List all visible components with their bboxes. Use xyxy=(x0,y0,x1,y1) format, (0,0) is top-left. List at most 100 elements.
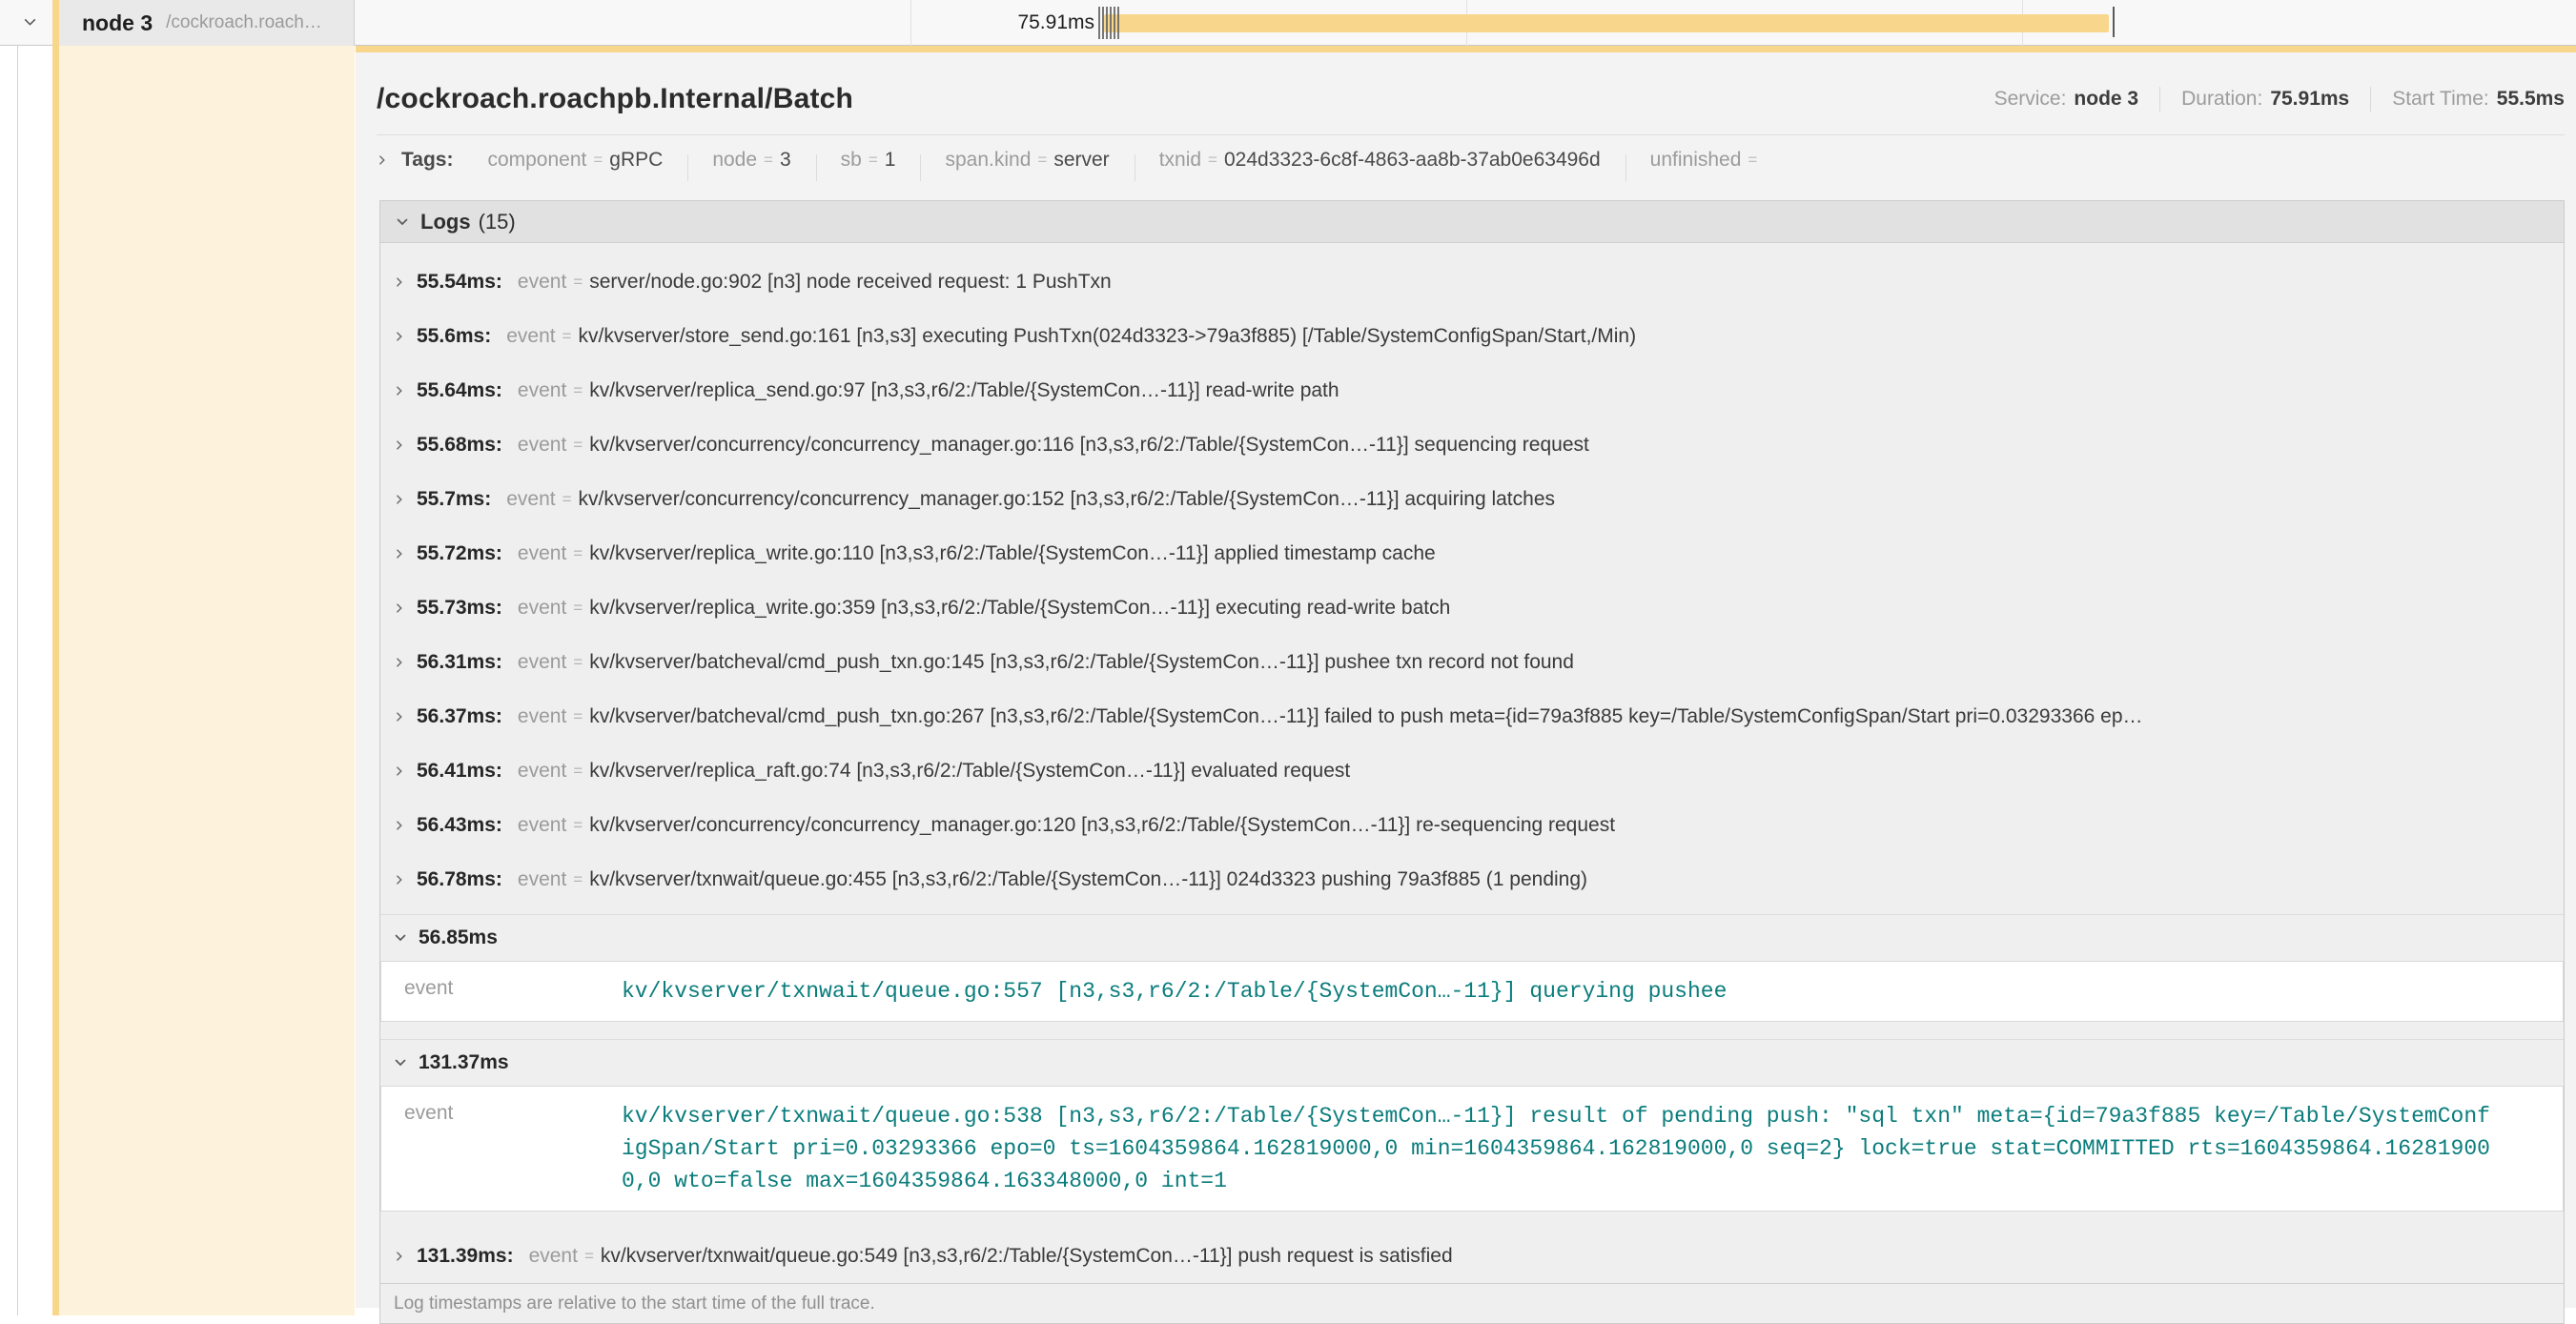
tag-item: component=gRPC xyxy=(462,149,687,172)
log-entry-row[interactable]: 55.6ms:event=kv/kvserver/store_send.go:1… xyxy=(380,309,2564,363)
equals-sign: = xyxy=(573,762,583,781)
log-entry-row[interactable]: 55.68ms:event=kv/kvserver/concurrency/co… xyxy=(380,418,2564,472)
log-entry-row[interactable]: 55.72ms:event=kv/kvserver/replica_write.… xyxy=(380,526,2564,581)
log-timestamp: 55.72ms: xyxy=(417,542,502,565)
ruler-gridline xyxy=(910,0,911,46)
logs-title: Logs xyxy=(420,210,471,234)
chevron-right-icon xyxy=(394,711,405,723)
log-entry-row[interactable]: 56.41ms:event=kv/kvserver/replica_raft.g… xyxy=(380,743,2564,798)
log-field-name: event xyxy=(518,705,566,728)
chevron-right-icon xyxy=(394,657,405,668)
log-timestamp: 56.41ms: xyxy=(417,760,502,783)
logs-accordion: Logs (15) 55.54ms: event = server/node.go:9… xyxy=(379,200,2565,1324)
log-field-name: event xyxy=(518,651,566,674)
span-row-name-cell[interactable]: node 3 /cockroach.roach… xyxy=(59,0,355,46)
logs-count: (15) xyxy=(479,210,516,234)
selected-span-name-column[interactable] xyxy=(59,46,355,1315)
log-entry-toggle[interactable]: 131.37ms xyxy=(380,1040,2564,1086)
equals-sign: = xyxy=(562,490,572,509)
log-timestamp: 56.31ms: xyxy=(417,651,502,674)
chevron-down-icon xyxy=(396,215,409,229)
equals-sign: = xyxy=(764,151,773,170)
tag-key: span.kind xyxy=(945,149,1031,172)
meta-divider xyxy=(2370,87,2371,112)
log-entry-row[interactable]: 131.39ms:event=kv/kvserver/txnwait/queue… xyxy=(380,1229,2564,1283)
log-event-value: kv/kvserver/concurrency/concurrency_mana… xyxy=(579,488,1555,511)
chevron-right-icon xyxy=(377,154,388,166)
log-timestamp: 131.39ms: xyxy=(417,1245,514,1268)
log-entry-toggle[interactable]: 56.85ms xyxy=(380,915,2564,961)
tag-item: span.kind=server xyxy=(920,149,1134,172)
left-gutter-divider xyxy=(17,0,18,1315)
logs-list: 55.54ms: event = server/node.go:902 [n3] no… xyxy=(380,243,2564,1283)
log-event-value: kv/kvserver/concurrency/concurrency_mana… xyxy=(589,814,1615,837)
log-event-value: kv/kvserver/concurrency/concurrency_mana… xyxy=(589,434,1589,457)
equals-sign: = xyxy=(869,151,878,170)
tags-accordion-toggle[interactable]: Tags: component=gRPCnode=3sb=1span.kind=… xyxy=(377,135,2565,185)
log-entry-row[interactable]: 55.73ms:event=kv/kvserver/replica_write.… xyxy=(380,581,2564,635)
log-entry-row[interactable]: 56.43ms:event=kv/kvserver/concurrency/co… xyxy=(380,798,2564,852)
log-field-name: event xyxy=(506,488,555,511)
logs-accordion-toggle[interactable]: Logs (15) xyxy=(380,201,2564,243)
chevron-right-icon xyxy=(394,765,405,777)
logs-footer-note: Log timestamps are relative to the start… xyxy=(380,1283,2564,1323)
equals-sign: = xyxy=(593,151,603,170)
log-entry-expanded: 131.37mseventkv/kvserver/txnwait/queue.g… xyxy=(380,1039,2564,1212)
start-time-label: Start Time: xyxy=(2392,88,2489,111)
log-entry-row[interactable]: 56.31ms:event=kv/kvserver/batcheval/cmd_… xyxy=(380,635,2564,689)
tag-value: 024d3323-6c8f-4863-aa8b-37ab0e63496d xyxy=(1224,149,1601,172)
log-event-value: kv/kvserver/txnwait/queue.go:557 [n3,s3,… xyxy=(622,962,2563,1021)
selected-span-accent-bar xyxy=(52,0,59,1315)
log-timestamp: 56.37ms: xyxy=(417,705,502,728)
log-field-name: event xyxy=(506,325,555,348)
log-timestamp: 55.54ms: xyxy=(417,271,502,294)
tag-value: 3 xyxy=(780,149,791,172)
equals-sign: = xyxy=(1748,151,1757,170)
tag-key: unfinished xyxy=(1650,149,1742,172)
start-time-value: 55.5ms xyxy=(2497,88,2565,111)
equals-sign: = xyxy=(573,653,583,672)
chevron-right-icon xyxy=(394,1251,405,1262)
log-detail-card: eventkv/kvserver/txnwait/queue.go:557 [n… xyxy=(380,961,2564,1022)
log-entry-row[interactable]: 55.7ms: event = kv/kvserver/concurrency/con… xyxy=(380,472,2564,526)
chevron-right-icon xyxy=(394,439,405,451)
log-timestamp: 55.73ms: xyxy=(417,597,502,620)
log-event-value: kv/kvserver/txnwait/queue.go:455 [n3,s3,… xyxy=(589,868,1587,891)
duration-value: 75.91ms xyxy=(2270,88,2349,111)
log-entry-row[interactable]: 56.37ms:event=kv/kvserver/batcheval/cmd_… xyxy=(380,689,2564,743)
timeline-ruler-row: node 3 /cockroach.roach… 75.91ms xyxy=(0,0,2576,46)
chevron-right-icon xyxy=(394,820,405,831)
log-timestamp: 55.6ms: xyxy=(417,325,491,348)
span-duration-bar[interactable] xyxy=(1104,14,2109,32)
tag-item: node=3 xyxy=(687,149,815,172)
log-timestamp: 55.7ms: xyxy=(417,488,491,511)
log-entry-row[interactable]: 55.64ms:event=kv/kvserver/replica_send.g… xyxy=(380,363,2564,418)
chevron-right-icon xyxy=(394,602,405,614)
service-value: node 3 xyxy=(2074,88,2138,111)
equals-sign: = xyxy=(1208,151,1217,170)
equals-sign: = xyxy=(573,436,583,455)
log-entry-row[interactable]: 56.78ms:event=kv/kvserver/txnwait/queue.… xyxy=(380,852,2564,906)
tag-key: component xyxy=(487,149,586,172)
tags-label: Tags: xyxy=(401,149,453,172)
log-tick-marks xyxy=(1098,7,1121,39)
log-event-value: kv/kvserver/replica_raft.go:74 [n3,s3,r6… xyxy=(589,760,1350,783)
chevron-down-icon xyxy=(394,1056,407,1069)
duration-label: Duration: xyxy=(2181,88,2262,111)
log-event-value: server/node.go:902 [n3] node received re… xyxy=(589,271,1112,294)
span-detail-panel: /cockroach.roachpb.Internal/Batch Servic… xyxy=(356,46,2576,1308)
log-detail-card: eventkv/kvserver/txnwait/queue.go:538 [n… xyxy=(380,1086,2564,1212)
log-field-name: event xyxy=(518,542,566,565)
log-event-value: kv/kvserver/replica_send.go:97 [n3,s3,r6… xyxy=(589,379,1339,402)
log-field-name: event xyxy=(518,868,566,891)
span-operation-name: /cockroach.roach… xyxy=(166,12,322,33)
span-detail-meta: Service:node 3 Duration:75.91ms Start Ti… xyxy=(1994,87,2565,112)
log-entry-row[interactable]: 55.54ms:event=server/node.go:902 [n3] no… xyxy=(380,255,2564,309)
tag-item: unfinished = xyxy=(1625,149,1789,172)
span-service-name: node 3 xyxy=(82,10,153,36)
log-field-name: event xyxy=(518,597,566,620)
log-field-name: event xyxy=(518,379,566,402)
equals-sign: = xyxy=(573,544,583,563)
tag-key: sb xyxy=(841,149,862,172)
collapse-all-chevron-icon[interactable] xyxy=(23,15,36,29)
